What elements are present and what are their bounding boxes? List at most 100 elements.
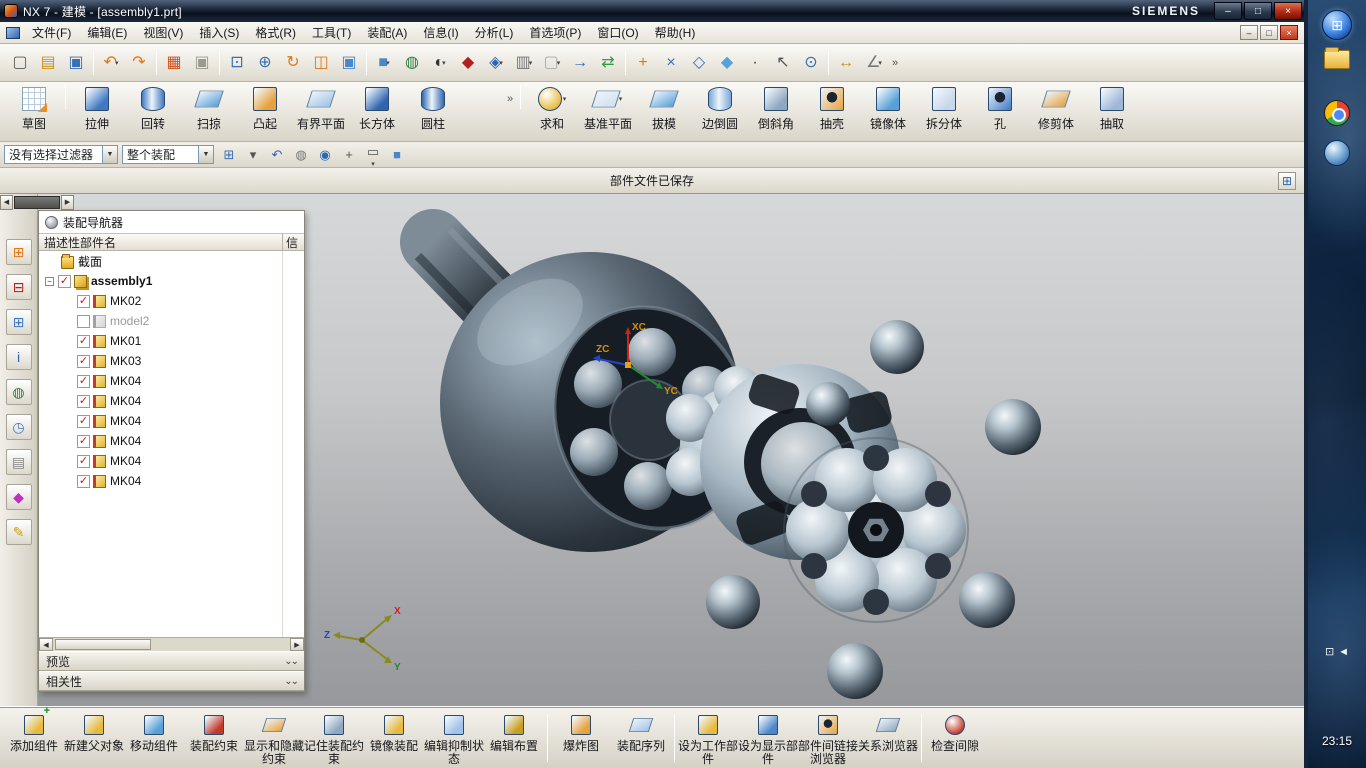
zoom-button[interactable]: ⊕ bbox=[251, 49, 279, 77]
tree-expander[interactable]: − bbox=[45, 276, 54, 286]
snap-point-button[interactable]: + bbox=[629, 49, 657, 77]
show-hide-constraints-button[interactable]: 显示和隐藏约束 bbox=[244, 710, 304, 766]
snap-midpoint-button[interactable]: ◇ bbox=[685, 49, 713, 77]
system-materials-tab-icon[interactable]: ▤ bbox=[5, 449, 32, 475]
tray-display-icon[interactable]: ⊡ bbox=[1325, 646, 1334, 658]
menu-insert[interactable]: 插入(S) bbox=[191, 21, 247, 44]
edge-blend-button[interactable]: 边倒圆 bbox=[692, 85, 748, 139]
preview-section[interactable]: 预览 ⌄⌄ bbox=[39, 651, 304, 671]
new-button[interactable]: ▢ bbox=[6, 49, 34, 77]
selection-scope-dropdown[interactable]: 整个装配 ▼ bbox=[122, 145, 214, 164]
tree-row-mk04-3[interactable]: ✓ MK04 bbox=[39, 411, 304, 431]
snapshot-button[interactable]: ▣ bbox=[335, 49, 363, 77]
tree-row-mk04-1[interactable]: ✓ MK04 bbox=[39, 371, 304, 391]
tree-row-model2[interactable]: model2 bbox=[39, 311, 304, 331]
visualization-tab-icon[interactable]: ◆ bbox=[5, 484, 32, 510]
datum-plane-button[interactable]: ▾ 基准平面 bbox=[580, 85, 636, 139]
cylinder-button[interactable]: 圆柱 bbox=[405, 85, 461, 139]
save-button[interactable]: ▣ bbox=[62, 49, 90, 77]
taskbar-clock[interactable]: 23:15 bbox=[1308, 734, 1366, 748]
rendering-style-dropdown[interactable]: ▾ bbox=[442, 59, 446, 67]
sketch-button[interactable]: 草图 bbox=[6, 85, 62, 139]
new-parent-button[interactable]: 新建父对象 bbox=[64, 710, 124, 766]
menu-view[interactable]: 视图(V) bbox=[135, 21, 191, 44]
rendering-style-button[interactable]: ◐ ▾ bbox=[426, 49, 454, 77]
mdi-minimize-button[interactable]: – bbox=[1240, 25, 1258, 40]
nx-taskbar-button[interactable] bbox=[1322, 140, 1352, 170]
shaded-display-dropdown[interactable]: ▾ bbox=[386, 59, 390, 67]
tree-checkbox[interactable] bbox=[77, 314, 90, 328]
orient-view-button[interactable]: → bbox=[566, 49, 594, 77]
make-displayed-part-button[interactable]: 设为显示部件 bbox=[738, 710, 798, 766]
assembly-constraints-button[interactable]: 装配约束 bbox=[184, 710, 244, 766]
tree-checkbox[interactable]: ✓ bbox=[58, 274, 71, 288]
tree-checkbox[interactable]: ✓ bbox=[77, 334, 90, 348]
snap-center-button[interactable]: · bbox=[741, 49, 769, 77]
delete-button[interactable]: ▦ bbox=[160, 49, 188, 77]
tree-row-sections[interactable]: 截面 bbox=[39, 251, 304, 271]
menu-format[interactable]: 格式(R) bbox=[247, 21, 304, 44]
tree-row-assembly1[interactable]: − ✓ assembly1 bbox=[39, 271, 304, 291]
dependencies-section[interactable]: 相关性 ⌄⌄ bbox=[39, 671, 304, 691]
previous-selection-button[interactable]: ↶ bbox=[266, 144, 288, 166]
layout-window-button[interactable]: ◫ bbox=[307, 49, 335, 77]
chevron-down-icon[interactable]: ⌄⌄ bbox=[284, 656, 299, 667]
scroll-left-arrow[interactable]: ◀ bbox=[39, 638, 53, 651]
menu-preferences[interactable]: 首选项(P) bbox=[521, 21, 589, 44]
csys-display-button[interactable]: ◈ ▾ bbox=[482, 49, 510, 77]
tree-row-mk04-5[interactable]: ✓ MK04 bbox=[39, 451, 304, 471]
menu-tools[interactable]: 工具(T) bbox=[304, 21, 359, 44]
tree-checkbox[interactable]: ✓ bbox=[77, 354, 90, 368]
draft-button[interactable]: 拔模 bbox=[636, 85, 692, 139]
constraint-navigator-tab-icon[interactable]: ⊟ bbox=[5, 274, 32, 300]
rotate-view-button[interactable]: ↻ bbox=[279, 49, 307, 77]
sweep-button[interactable]: 扫掠 bbox=[181, 85, 237, 139]
snap-quadrant-button[interactable]: ◆ bbox=[713, 49, 741, 77]
panel-scroll-right-button[interactable]: ▶ bbox=[61, 194, 74, 210]
tree-checkbox[interactable]: ✓ bbox=[77, 374, 90, 388]
part-navigator-tab-icon[interactable]: ⊞ bbox=[5, 309, 32, 335]
assembly-sequence-button[interactable]: 装配序列 bbox=[611, 710, 671, 766]
shell-button[interactable]: 抽壳 bbox=[804, 85, 860, 139]
tree-row-mk02[interactable]: ✓ MK02 bbox=[39, 291, 304, 311]
interpart-link-browser-button[interactable]: 部件间链接浏览器 bbox=[798, 710, 858, 766]
chevron-down-icon[interactable]: ⌄⌄ bbox=[284, 676, 299, 687]
tree-row-mk04-6[interactable]: ✓ MK04 bbox=[39, 471, 304, 491]
column-descriptive-part-name[interactable]: 描述性部件名 bbox=[39, 234, 282, 251]
measure-angle-button[interactable]: ∠ ▾ bbox=[860, 49, 888, 77]
shaded-cube-button[interactable]: ■ bbox=[386, 144, 408, 166]
hole-button[interactable]: 孔 bbox=[972, 85, 1028, 139]
reuse-library-tab-icon[interactable]: i bbox=[5, 344, 32, 370]
tray-volume-icon[interactable]: ◄ bbox=[1338, 646, 1349, 658]
column-info[interactable]: 信 bbox=[282, 233, 304, 251]
menu-file[interactable]: 文件(F) bbox=[24, 21, 79, 44]
view-section-dropdown[interactable]: ▾ bbox=[529, 59, 533, 67]
assembly-navigator-tab-icon[interactable]: ⊞ bbox=[5, 239, 32, 265]
extrude-button[interactable]: 拉伸 bbox=[69, 85, 125, 139]
general-selection-button[interactable]: + bbox=[338, 144, 360, 166]
world-view-button[interactable]: ◍ bbox=[398, 49, 426, 77]
tree-checkbox[interactable]: ✓ bbox=[77, 434, 90, 448]
measure-distance-button[interactable]: ↔ bbox=[832, 49, 860, 77]
mirror-assembly-button[interactable]: 镜像装配 bbox=[364, 710, 424, 766]
extract-button[interactable]: 抽取 bbox=[1084, 85, 1140, 139]
snap-point-toggle-button[interactable]: ⊞ bbox=[218, 144, 240, 166]
mdi-child-icon[interactable] bbox=[6, 26, 20, 39]
orbit-selection-button[interactable]: ◉ bbox=[314, 144, 336, 166]
make-work-part-button[interactable]: 设为工作部件 bbox=[678, 710, 738, 766]
tree-row-mk03[interactable]: ✓ MK03 bbox=[39, 351, 304, 371]
tree-row-mk04-4[interactable]: ✓ MK04 bbox=[39, 431, 304, 451]
menu-window[interactable]: 窗口(O) bbox=[589, 21, 646, 44]
check-clearance-button[interactable]: 检查间隙 bbox=[925, 710, 985, 766]
undo-button[interactable]: ↶ ▾ bbox=[97, 49, 125, 77]
web-browser-tab-icon[interactable]: ◍ bbox=[5, 379, 32, 405]
chevron-down-icon[interactable]: ▼ bbox=[198, 146, 213, 163]
tree-checkbox[interactable]: ✓ bbox=[77, 454, 90, 468]
panel-scroll-left-button[interactable]: ◀ bbox=[0, 194, 13, 210]
mdi-close-button[interactable]: × bbox=[1280, 25, 1298, 40]
block-button[interactable]: 长方体 bbox=[349, 85, 405, 139]
chamfer-button[interactable]: 倒斜角 bbox=[748, 85, 804, 139]
revolve-button[interactable]: 回转 bbox=[125, 85, 181, 139]
chrome-taskbar-button[interactable] bbox=[1322, 100, 1352, 130]
selection-cursor-button[interactable]: ↖ bbox=[769, 49, 797, 77]
